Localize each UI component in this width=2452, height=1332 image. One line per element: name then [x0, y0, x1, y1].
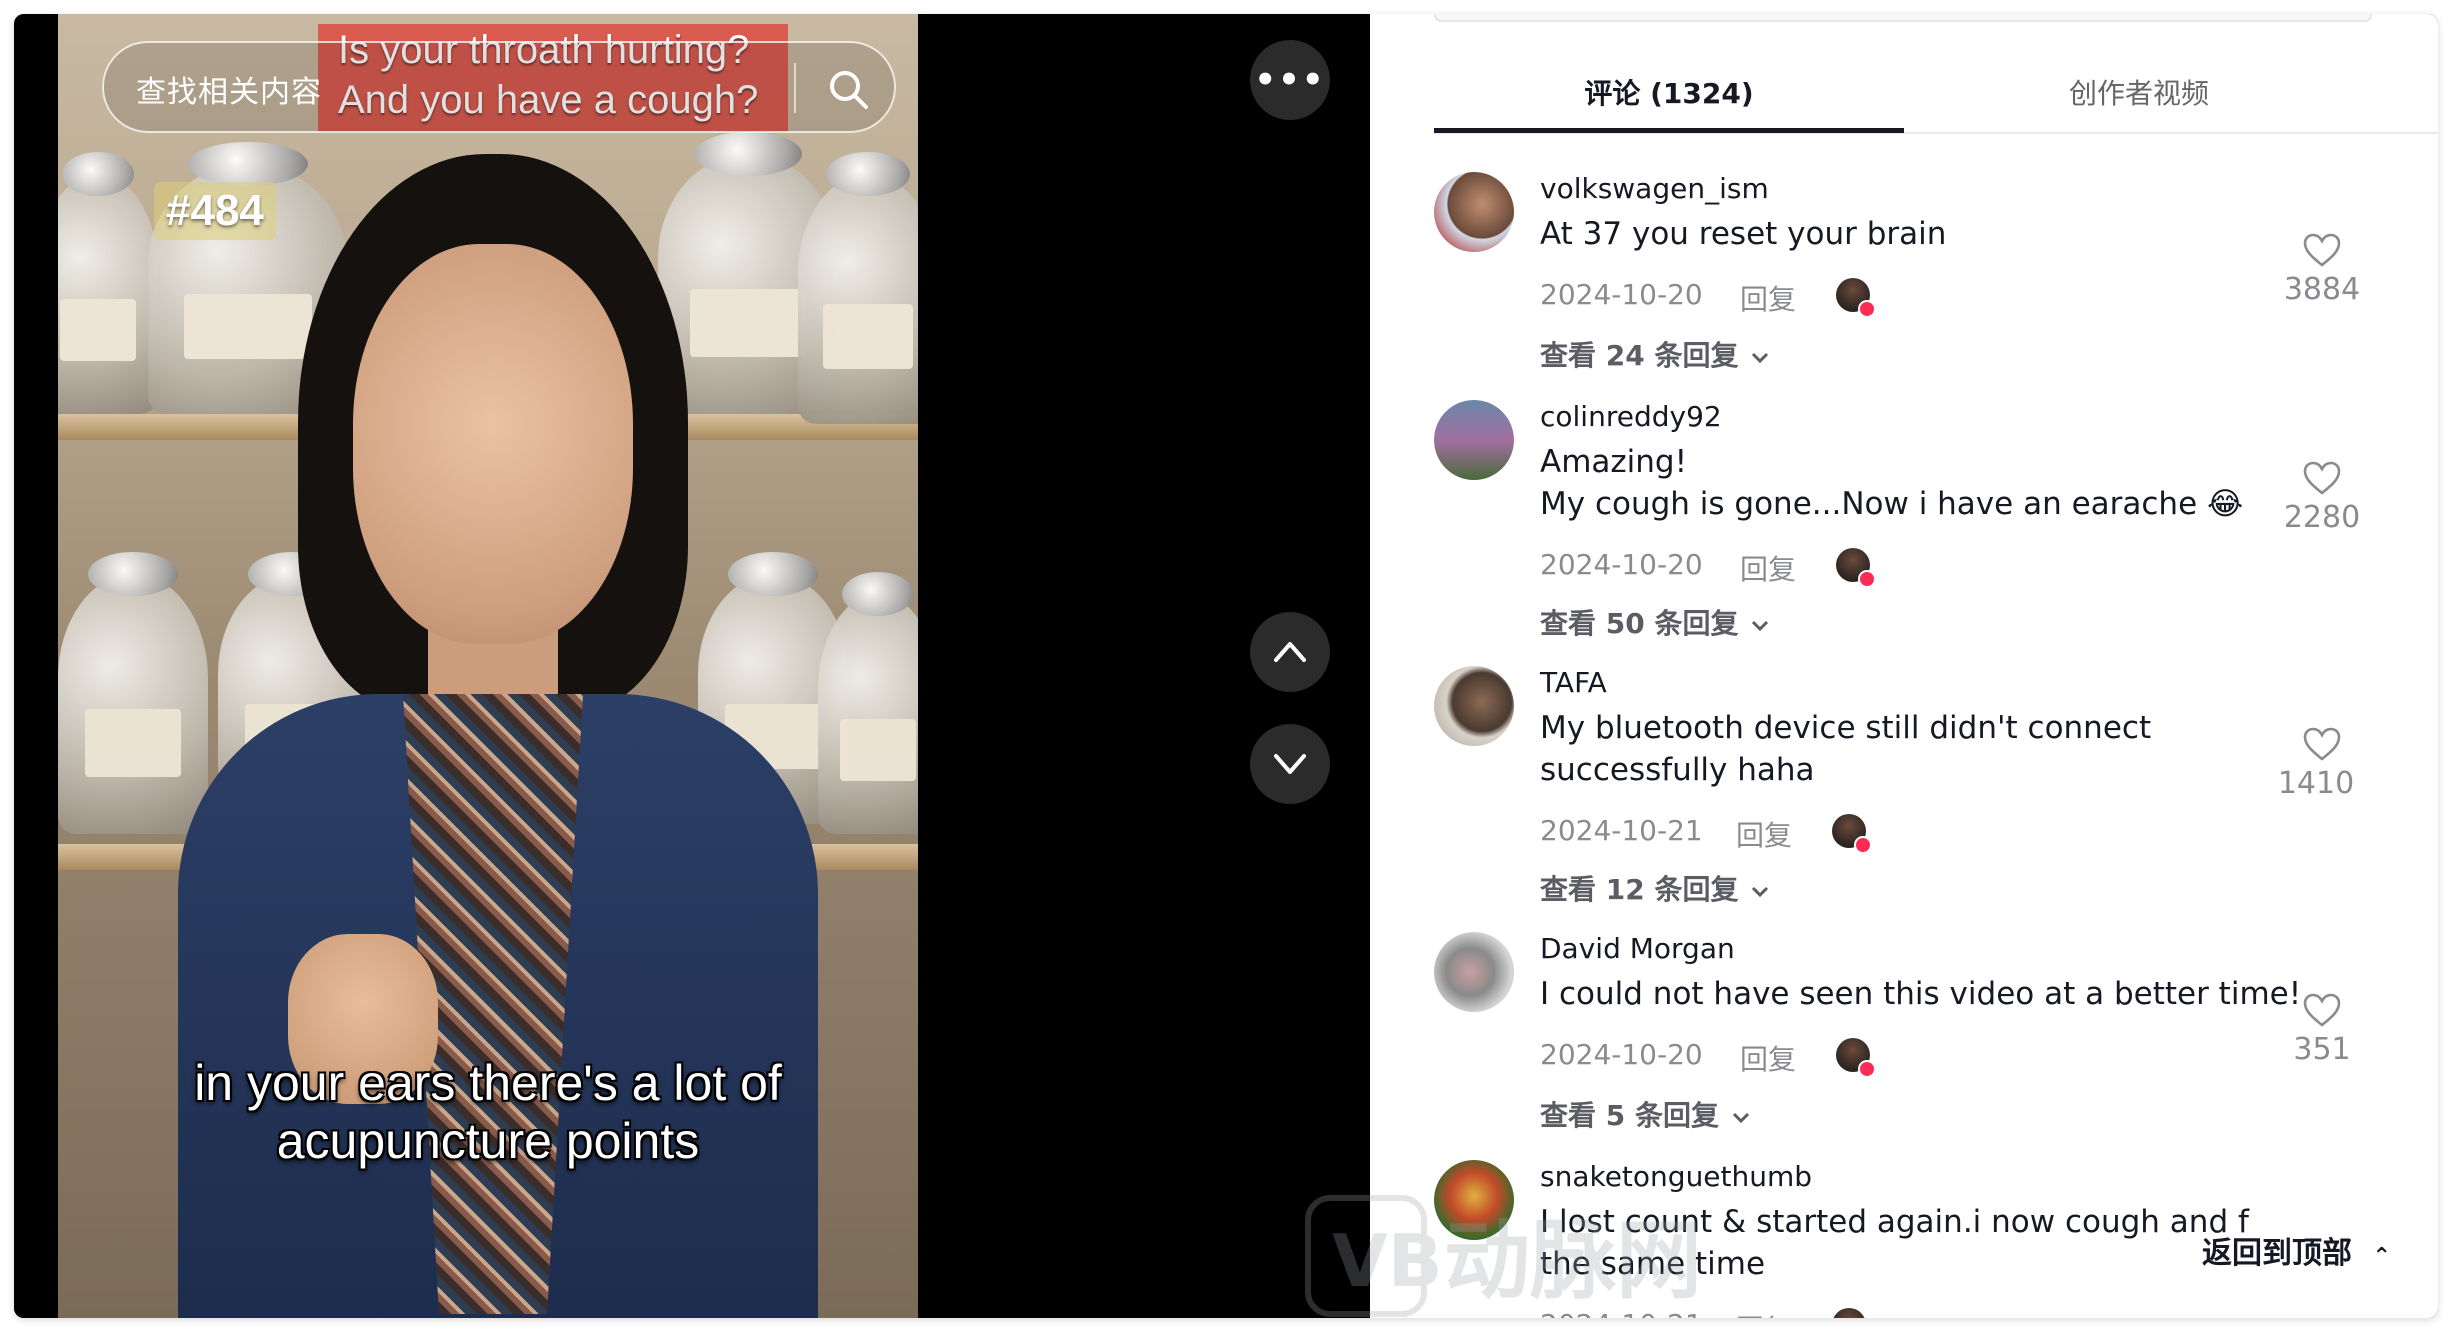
active-tab-indicator — [1434, 128, 1904, 133]
watermark-logo: VB 动脉网 — [1305, 1195, 1702, 1317]
avatar[interactable] — [1434, 172, 1514, 252]
like-count: 3884 — [2283, 272, 2361, 307]
reply-button[interactable]: 回复 — [1740, 1038, 1796, 1078]
view-replies-label: 查看 12 条回复 — [1540, 873, 1739, 906]
episode-tag: #484 — [154, 182, 276, 240]
creator-liked-avatar — [1836, 548, 1876, 588]
view-replies-link[interactable]: 查看 24 条回复 — [1540, 334, 1772, 374]
watermark-text: 动脉网 — [1444, 1211, 1702, 1311]
top-input-bar[interactable] — [1434, 14, 2372, 22]
jar — [818, 572, 918, 834]
avatar[interactable] — [1434, 666, 1514, 746]
caption-line-1: in your ears there's a lot of — [194, 1055, 782, 1111]
reply-button[interactable]: 回复 — [1740, 278, 1796, 318]
comments-panel: 评论 (1324) 创作者视频 volkswagen_ism At 37 you… — [1370, 14, 2438, 1318]
creator-liked-avatar — [1836, 278, 1876, 318]
previous-video-button[interactable] — [1250, 612, 1330, 692]
search-bar[interactable]: 查找相关内容 — [102, 41, 896, 133]
comment-item: colinreddy92 Amazing! My cough is gone..… — [1434, 400, 2414, 640]
tab-comments[interactable]: 评论 (1324) — [1434, 72, 1904, 112]
jar — [58, 152, 158, 414]
like-count: 351 — [2293, 1032, 2351, 1067]
view-replies-label: 查看 24 条回复 — [1540, 339, 1739, 372]
comment-text: My cough is gone...Now i have an earache… — [1540, 486, 2244, 522]
heart-icon[interactable] — [2302, 232, 2342, 268]
comment-item: volkswagen_ism At 37 you reset your brai… — [1434, 172, 2414, 382]
back-to-top-button[interactable]: 返回到顶部 ⌃ — [2202, 1228, 2391, 1272]
like-count: 1410 — [2277, 766, 2355, 801]
creator-liked-avatar — [1832, 814, 1872, 854]
view-replies-link[interactable]: 查看 50 条回复 — [1540, 602, 1772, 642]
caption-line-2: acupuncture points — [276, 1113, 700, 1169]
double-chevron-up-icon: ⌃ — [2372, 1244, 2391, 1269]
comment-text: At 37 you reset your brain — [1540, 216, 1947, 252]
chevron-down-icon — [1274, 754, 1306, 774]
avatar[interactable] — [1434, 932, 1514, 1012]
comment-username[interactable]: volkswagen_ism — [1540, 172, 1769, 205]
reply-button[interactable]: 回复 — [1740, 548, 1796, 588]
chevron-up-icon — [1274, 642, 1306, 662]
chevron-down-icon — [1752, 352, 1769, 364]
heart-icon[interactable] — [2302, 992, 2342, 1028]
app-window: Is your throath hurting? And you have a … — [14, 14, 2438, 1318]
comment-date: 2024-10-20 — [1540, 1038, 1703, 1071]
view-replies-label: 查看 5 条回复 — [1540, 1099, 1719, 1132]
heart-icon[interactable] — [2302, 726, 2342, 762]
comment-username[interactable]: TAFA — [1540, 666, 1607, 699]
creator-liked-avatar — [1832, 1308, 1866, 1318]
comment-username[interactable]: snaketonguethumb — [1540, 1160, 1812, 1193]
comment-text: successfully haha — [1540, 752, 1815, 788]
comment-date: 2024-10-20 — [1540, 548, 1703, 581]
more-options-button[interactable]: ••• — [1250, 40, 1330, 120]
reply-button[interactable]: 回复 — [1736, 1308, 1792, 1318]
comment-item: David Morgan I could not have seen this … — [1434, 932, 2414, 1142]
more-dots-icon: ••• — [1254, 60, 1326, 100]
comment-date: 2024-10-21 — [1540, 814, 1703, 847]
next-video-button[interactable] — [1250, 724, 1330, 804]
view-replies-label: 查看 50 条回复 — [1540, 607, 1739, 640]
back-to-top-label: 返回到顶部 — [2202, 1236, 2352, 1271]
reply-button[interactable]: 回复 — [1736, 814, 1792, 854]
tab-creator-videos[interactable]: 创作者视频 — [1904, 72, 2374, 112]
like-count: 2280 — [2283, 500, 2361, 535]
view-replies-link[interactable]: 查看 12 条回复 — [1540, 868, 1772, 908]
search-icon[interactable] — [824, 65, 872, 113]
comment-item: TAFA My bluetooth device still didn't co… — [1434, 666, 2414, 906]
chevron-down-icon — [1752, 886, 1769, 898]
comment-text: I could not have seen this video at a be… — [1540, 976, 2302, 1012]
view-replies-link[interactable]: 查看 5 条回复 — [1540, 1094, 1753, 1134]
chevron-down-icon — [1732, 1112, 1749, 1124]
tab-bar: 评论 (1324) 创作者视频 — [1434, 54, 2438, 134]
avatar[interactable] — [1434, 400, 1514, 480]
comment-username[interactable]: David Morgan — [1540, 932, 1735, 965]
comment-text: My bluetooth device still didn't connect — [1540, 710, 2152, 746]
comment-username[interactable]: colinreddy92 — [1540, 400, 1722, 433]
svg-text:VB: VB — [1332, 1219, 1443, 1303]
video-area: Is your throath hurting? And you have a … — [14, 14, 1370, 1318]
comment-date: 2024-10-20 — [1540, 278, 1703, 311]
creator-liked-avatar — [1836, 1038, 1876, 1078]
search-input[interactable]: 查找相关内容 — [136, 67, 322, 111]
chevron-down-icon — [1752, 620, 1769, 632]
heart-icon[interactable] — [2302, 460, 2342, 496]
comment-text: Amazing! — [1540, 444, 1688, 480]
search-divider — [794, 63, 796, 113]
